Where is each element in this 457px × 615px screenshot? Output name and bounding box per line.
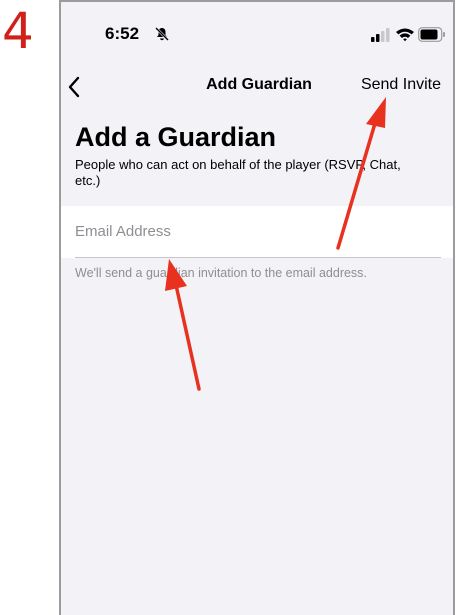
- helper-text: We'll send a guardian invitation to the …: [75, 266, 367, 280]
- step-number: 4: [2, 2, 34, 60]
- status-bar: 6:52: [61, 2, 453, 68]
- page-title: Add a Guardian: [75, 122, 277, 152]
- navigation-bar: Add Guardian Send Invite: [61, 68, 453, 104]
- wifi-icon: [396, 28, 414, 42]
- status-time: 6:52: [105, 24, 140, 43]
- battery-icon: [418, 27, 445, 42]
- phone-screen: 6:52 Add Guardian Send Invite Add a Guar…: [59, 0, 455, 615]
- email-field[interactable]: [75, 206, 441, 258]
- page-subtitle: People who can act on behalf of the play…: [75, 157, 401, 188]
- send-invite-button[interactable]: Send Invite: [361, 76, 441, 94]
- signal-icon: [371, 28, 390, 42]
- bell-slash-icon: [155, 27, 169, 41]
- email-field-row: [61, 206, 453, 258]
